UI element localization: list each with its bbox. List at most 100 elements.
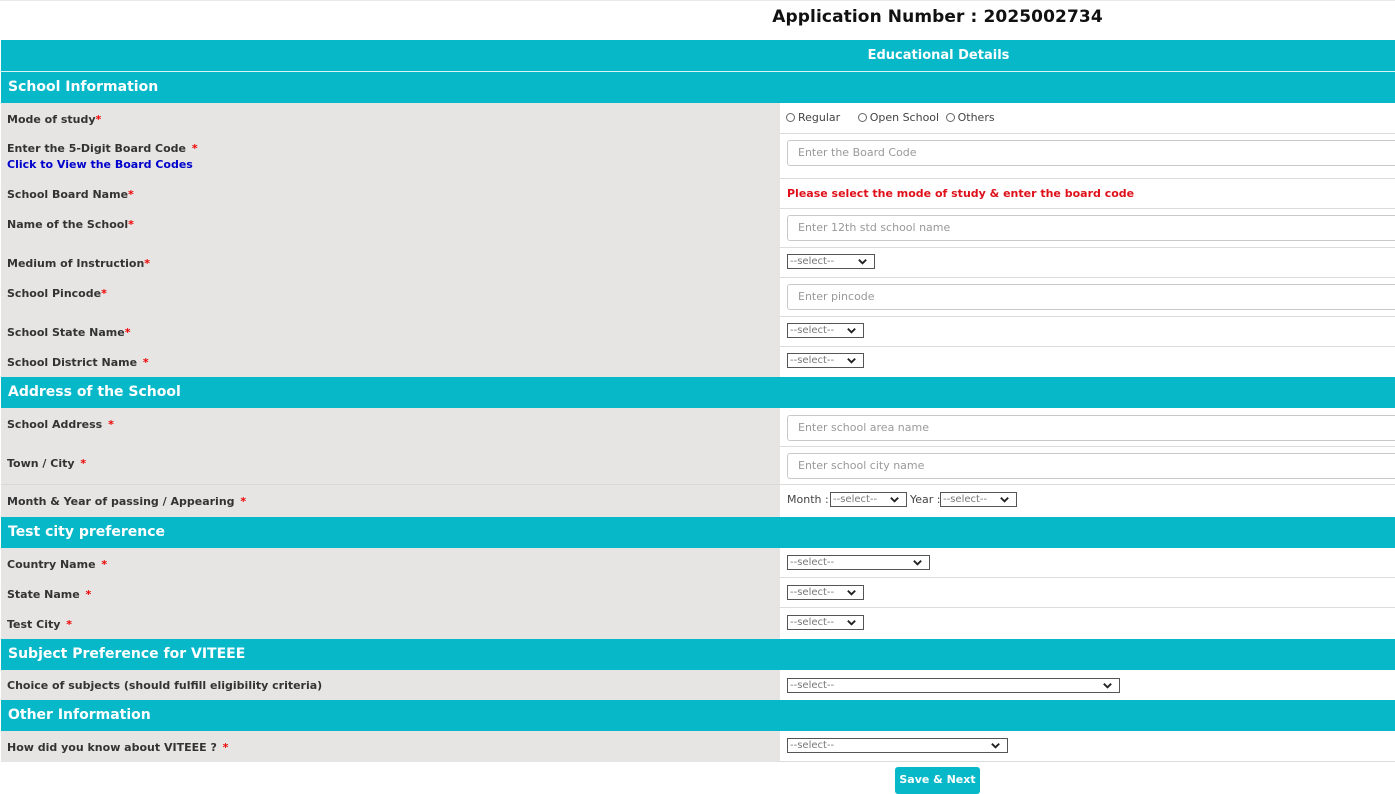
- board-name-error: Please select the mode of study & enter …: [787, 187, 1135, 200]
- label-cell: School Board Name*: [1, 179, 780, 209]
- medium-label: Medium of Instruction*: [7, 257, 151, 270]
- board-code-input[interactable]: Enter the Board Code: [787, 140, 1395, 166]
- row-school-district: School District Name * --select--: [1, 347, 1395, 377]
- required-mark: *: [101, 287, 107, 300]
- label-cell: Medium of Instruction*: [1, 248, 780, 278]
- required-mark: *: [101, 558, 108, 571]
- school-address-label: School Address *: [7, 418, 114, 431]
- value-cell: Month : --select-- Year : --select--: [780, 485, 1395, 517]
- educational-details-title: Educational Details: [867, 48, 1010, 63]
- month-select[interactable]: --select--: [830, 492, 907, 507]
- month-label: Month :: [787, 493, 829, 506]
- required-mark: *: [124, 326, 131, 339]
- value-cell: --select--: [780, 248, 1395, 278]
- value-cell: --select--: [780, 670, 1395, 700]
- label-cell: Town / City *: [1, 447, 780, 485]
- state-select[interactable]: --select--: [787, 585, 864, 600]
- chevron-down-icon: [847, 620, 856, 626]
- country-select[interactable]: --select--: [787, 555, 930, 570]
- required-mark: *: [222, 741, 229, 754]
- label-cell: Name of the School*: [1, 209, 780, 248]
- how-did-you-know-select[interactable]: --select--: [787, 738, 1008, 753]
- value-cell: Enter school city name: [780, 447, 1395, 485]
- school-name-input[interactable]: Enter 12th std school name: [787, 215, 1395, 241]
- label-cell: School State Name*: [1, 317, 780, 347]
- radio-others[interactable]: Others: [945, 111, 995, 124]
- year-select[interactable]: --select--: [940, 492, 1017, 507]
- required-mark: *: [108, 418, 114, 431]
- row-passing-date: Month & Year of passing / Appearing * Mo…: [1, 485, 1395, 517]
- value-cell: --select--: [780, 317, 1395, 347]
- section-title: Other Information: [8, 707, 151, 723]
- state-label: State Name *: [7, 588, 92, 601]
- value-cell: --select--: [780, 578, 1395, 608]
- chevron-down-icon: [913, 560, 922, 566]
- town-city-label: Town / City *: [7, 457, 87, 470]
- label-cell: Country Name *: [1, 548, 780, 578]
- country-label: Country Name *: [7, 558, 108, 571]
- value-cell: Regular Open School Others: [780, 103, 1395, 134]
- chevron-down-icon: [847, 328, 856, 334]
- value-cell: --select--: [780, 548, 1395, 578]
- row-medium: Medium of Instruction* --select--: [1, 248, 1395, 278]
- section-title: School Information: [8, 79, 159, 95]
- radio-regular[interactable]: Regular: [786, 111, 840, 124]
- label-cell: School District Name *: [1, 347, 780, 377]
- section-title: Test city preference: [8, 524, 166, 540]
- value-cell: Enter school area name: [780, 408, 1395, 447]
- school-district-select[interactable]: --select--: [787, 353, 864, 368]
- label-cell: How did you know about VITEEE ? *: [1, 731, 780, 762]
- test-city-select[interactable]: --select--: [787, 615, 864, 630]
- label-cell: School Address *: [1, 408, 780, 447]
- value-cell: --select--: [780, 731, 1395, 762]
- required-mark: *: [95, 113, 102, 126]
- chevron-down-icon: [890, 497, 899, 503]
- required-mark: *: [80, 457, 87, 470]
- value-cell: --select--: [780, 347, 1395, 377]
- row-pincode: School Pincode* Enter pincode: [1, 278, 1395, 317]
- row-board-code: Enter the 5-Digit Board Code * Click to …: [1, 134, 1395, 179]
- town-city-input[interactable]: Enter school city name: [787, 453, 1395, 479]
- section-test-city-preference: Test city preference: [1, 517, 1395, 548]
- section-other-information: Other Information: [1, 700, 1395, 731]
- school-district-label: School District Name *: [7, 356, 149, 369]
- row-choice-of-subjects: Choice of subjects (should fulfill eligi…: [1, 670, 1395, 700]
- save-next-button[interactable]: Save & Next: [895, 767, 980, 794]
- value-cell: Please select the mode of study & enter …: [780, 179, 1395, 209]
- board-name-label: School Board Name*: [7, 188, 134, 201]
- radio-circle-icon[interactable]: [786, 113, 795, 122]
- chevron-down-icon: [991, 743, 1000, 749]
- view-board-codes-link[interactable]: Click to View the Board Codes: [7, 158, 193, 171]
- section-subject-preference: Subject Preference for VITEEE: [1, 639, 1395, 670]
- radio-circle-icon[interactable]: [857, 113, 867, 122]
- choice-of-subjects-label: Choice of subjects (should fulfill eligi…: [7, 679, 323, 692]
- board-code-label: Enter the 5-Digit Board Code *: [7, 142, 198, 155]
- required-mark: *: [191, 142, 198, 155]
- required-mark: *: [142, 356, 149, 369]
- school-address-input[interactable]: Enter school area name: [787, 415, 1395, 441]
- test-city-label: Test City *: [7, 618, 73, 631]
- mode-of-study-label: Mode of study*: [7, 113, 102, 126]
- year-label: Year :: [910, 493, 941, 506]
- school-state-select[interactable]: --select--: [787, 323, 864, 338]
- label-cell: Mode of study*: [1, 103, 780, 134]
- row-school-name: Name of the School* Enter 12th std schoo…: [1, 209, 1395, 248]
- mode-of-study-radios: Regular Open School Others: [786, 111, 1005, 124]
- required-mark: *: [128, 188, 134, 201]
- required-mark: *: [66, 618, 73, 631]
- medium-select[interactable]: --select--: [787, 254, 875, 269]
- pincode-input[interactable]: Enter pincode: [787, 284, 1395, 310]
- required-mark: *: [85, 588, 92, 601]
- chevron-down-icon: [1103, 683, 1112, 689]
- value-cell: Enter the Board Code: [780, 134, 1395, 179]
- value-cell: Enter 12th std school name: [780, 209, 1395, 248]
- choice-of-subjects-select[interactable]: --select--: [787, 678, 1120, 693]
- educational-details-header: Educational Details: [1, 40, 1395, 72]
- radio-circle-icon[interactable]: [945, 113, 955, 122]
- section-school-information: School Information: [1, 72, 1395, 103]
- value-cell: --select--: [780, 608, 1395, 639]
- row-how-did-you-know: How did you know about VITEEE ? * --sele…: [1, 731, 1395, 762]
- row-school-address: School Address * Enter school area name: [1, 408, 1395, 447]
- radio-open-school[interactable]: Open School: [857, 111, 939, 124]
- section-address-of-school: Address of the School: [1, 377, 1395, 408]
